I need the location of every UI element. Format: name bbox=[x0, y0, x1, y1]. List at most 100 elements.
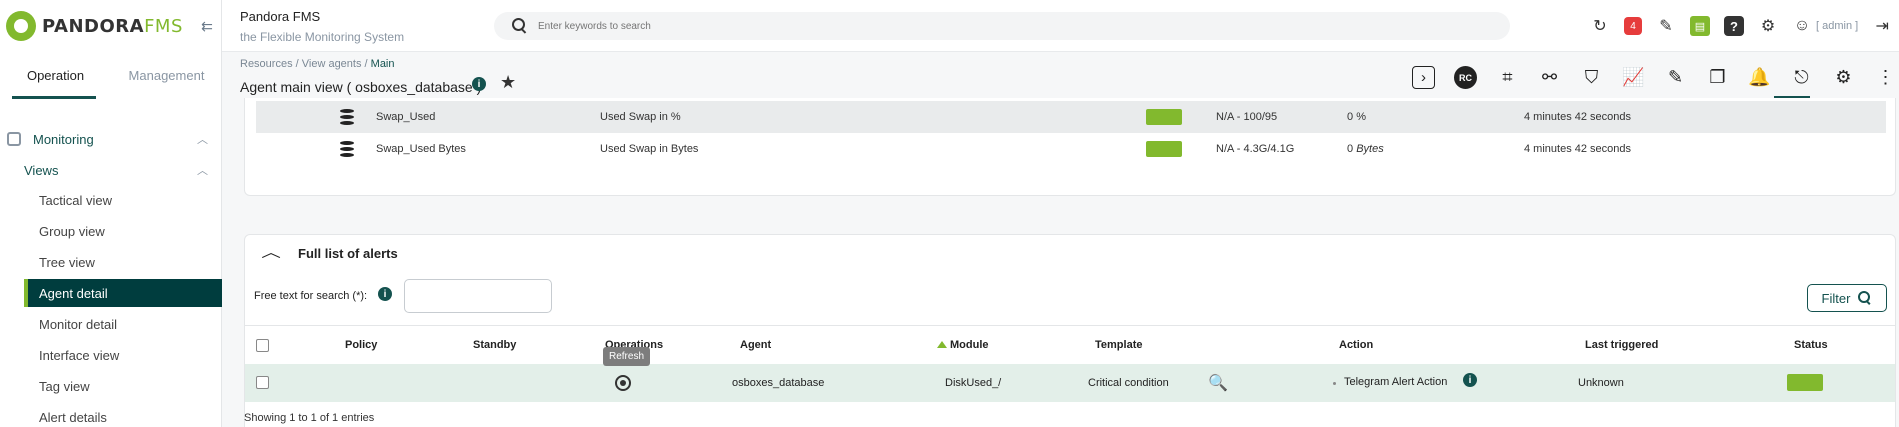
logout-icon[interactable]: ⇥ bbox=[1872, 16, 1892, 36]
app-subtitle: the Flexible Monitoring System bbox=[240, 30, 405, 44]
free-text-search-label: Free text for search (*): bbox=[254, 290, 368, 302]
bell-icon[interactable]: 🔔 bbox=[1748, 66, 1771, 89]
info-icon[interactable]: i bbox=[472, 77, 486, 91]
module-description: Used Swap in Bytes bbox=[600, 143, 699, 155]
breadcrumb-resources[interactable]: Resources bbox=[240, 58, 293, 70]
tab-management[interactable]: Management bbox=[111, 64, 222, 100]
column-header-action[interactable]: Action bbox=[1339, 339, 1373, 351]
sidebar: PANDORAFMS ⇇ Operation Management Monito… bbox=[0, 0, 222, 427]
app-title: Pandora FMS bbox=[240, 9, 321, 24]
tab-operation[interactable]: Operation bbox=[0, 64, 111, 100]
network-icon[interactable]: ⚯ bbox=[1538, 66, 1561, 89]
server-icon[interactable]: ▤ bbox=[1690, 16, 1710, 36]
free-text-search-input[interactable] bbox=[404, 279, 552, 313]
user-name[interactable]: [ admin ] bbox=[1816, 20, 1858, 32]
menu-group-monitoring[interactable]: Monitoring ︿ bbox=[0, 127, 222, 151]
agent-actions: › RC ⌗ ⚯ ⛉ 📈 ✎ ❐ 🔔 ⎋ ⚙ ⋮ bbox=[1412, 66, 1897, 89]
select-all-checkbox[interactable] bbox=[256, 339, 269, 352]
module-description: Used Swap in % bbox=[600, 111, 681, 123]
column-header-template[interactable]: Template bbox=[1095, 339, 1142, 351]
search-input[interactable] bbox=[538, 20, 1438, 32]
sidebar-item-interface-view[interactable]: Interface view bbox=[24, 341, 222, 369]
chevron-up-icon: ︿ bbox=[197, 134, 208, 146]
chevron-up-icon[interactable]: ︿ bbox=[261, 242, 281, 262]
breadcrumb: Resources / View agents / Main bbox=[240, 58, 395, 70]
breadcrumb-view-agents[interactable]: View agents bbox=[302, 58, 362, 70]
graph-icon[interactable]: 📈 bbox=[1622, 66, 1645, 89]
module-last-contact: 4 minutes 42 seconds bbox=[1524, 143, 1632, 155]
logo-text-main: PANDORA bbox=[42, 15, 145, 37]
collapse-menu-icon[interactable]: ⇇ bbox=[196, 18, 218, 36]
row-checkbox[interactable] bbox=[256, 376, 269, 389]
menu-subgroup-views[interactable]: Views ︿ bbox=[0, 158, 222, 182]
top-header: Pandora FMS the Flexible Monitoring Syst… bbox=[222, 0, 1899, 52]
favorite-star-icon[interactable]: ★ bbox=[500, 72, 516, 93]
wand-icon[interactable]: ✎ bbox=[1656, 16, 1676, 36]
module-thresholds: N/A - 100/95 bbox=[1216, 111, 1278, 123]
column-header-policy[interactable]: Policy bbox=[345, 339, 377, 351]
table-row[interactable]: Swap_Used Bytes Used Swap in Bytes N/A -… bbox=[256, 133, 1886, 165]
sidebar-item-group-view[interactable]: Group view bbox=[24, 217, 222, 245]
terminal-icon[interactable]: › bbox=[1412, 66, 1435, 89]
main-view-icon[interactable]: ⎋ bbox=[1790, 66, 1813, 89]
module-thresholds: N/A - 4.3G/4.1G bbox=[1216, 143, 1295, 155]
global-search[interactable] bbox=[494, 12, 1510, 40]
module-name: Swap_Used Bytes bbox=[376, 143, 466, 155]
module-unit: Bytes bbox=[1356, 143, 1384, 155]
page-title: Agent main view ( osboxes_database ) bbox=[240, 79, 482, 95]
status-badge bbox=[1146, 141, 1182, 157]
agent-settings-icon[interactable]: ⚙ bbox=[1832, 66, 1855, 89]
database-icon bbox=[340, 141, 354, 157]
pandora-logo[interactable]: PANDORAFMS bbox=[6, 10, 183, 42]
alert-module: DiskUsed_/ bbox=[945, 377, 1002, 389]
magnifier-icon[interactable]: 🔍 bbox=[1208, 373, 1228, 393]
sidebar-item-alert-details[interactable]: Alert details bbox=[24, 403, 222, 427]
breadcrumb-current: Main bbox=[370, 58, 395, 70]
header-icons: ↻ 4 ✎ ▤ ? ⚙ ☺ [ admin ] ⇥ bbox=[1590, 14, 1892, 38]
refresh-tooltip: Refresh bbox=[603, 347, 651, 366]
edit-icon[interactable]: ✎ bbox=[1664, 66, 1687, 89]
active-tab-indicator bbox=[12, 96, 96, 99]
table-row[interactable]: Swap_Used Used Swap in % N/A - 100/95 0 … bbox=[256, 101, 1886, 133]
alerts-table-header: Policy Standby Operations Agent Module T… bbox=[245, 325, 1895, 363]
status-badge bbox=[1146, 109, 1182, 125]
module-value: 0 bbox=[1347, 143, 1354, 155]
logo-icon bbox=[6, 11, 36, 41]
sidebar-item-agent-detail[interactable]: Agent detail bbox=[24, 279, 222, 307]
remote-control-icon[interactable]: RC bbox=[1454, 66, 1477, 89]
copy-icon[interactable]: ❐ bbox=[1706, 66, 1729, 89]
sidebar-item-tag-view[interactable]: Tag view bbox=[24, 372, 222, 400]
alert-agent[interactable]: osboxes_database bbox=[732, 377, 824, 389]
info-icon[interactable]: i bbox=[1463, 373, 1477, 387]
info-icon[interactable]: i bbox=[378, 287, 392, 301]
menu-group-label: Monitoring bbox=[33, 131, 94, 147]
module-name: Swap_Used bbox=[376, 111, 436, 123]
sidebar-item-tactical-view[interactable]: Tactical view bbox=[24, 186, 222, 214]
bullet-icon bbox=[1333, 382, 1336, 385]
scan-icon[interactable]: ⌗ bbox=[1496, 66, 1519, 89]
sidebar-item-tree-view[interactable]: Tree view bbox=[24, 248, 222, 276]
user-icon[interactable]: ☺ bbox=[1792, 16, 1812, 36]
column-header-module[interactable]: Module bbox=[937, 339, 989, 351]
column-header-agent[interactable]: Agent bbox=[740, 339, 771, 351]
notifications-badge[interactable]: 4 bbox=[1624, 17, 1642, 35]
monitoring-icon bbox=[7, 132, 21, 146]
alerts-section-title[interactable]: Full list of alerts bbox=[298, 246, 398, 261]
filter-button[interactable]: Filter bbox=[1807, 284, 1887, 312]
column-header-status[interactable]: Status bbox=[1794, 339, 1828, 351]
shield-icon[interactable]: ⛉ bbox=[1580, 66, 1603, 89]
module-unit: % bbox=[1356, 111, 1366, 123]
column-header-standby[interactable]: Standby bbox=[473, 339, 516, 351]
refresh-gear-icon[interactable] bbox=[615, 375, 631, 391]
sort-ascending-icon bbox=[937, 341, 947, 348]
alert-template[interactable]: Critical condition bbox=[1088, 377, 1169, 389]
help-icon[interactable]: ? bbox=[1724, 16, 1744, 36]
settings-gear-icon[interactable]: ⚙ bbox=[1758, 16, 1778, 36]
sidebar-item-monitor-detail[interactable]: Monitor detail bbox=[24, 310, 222, 338]
filter-button-label: Filter bbox=[1821, 290, 1851, 306]
more-options-icon[interactable]: ⋮ bbox=[1874, 66, 1897, 89]
table-row[interactable]: osboxes_database DiskUsed_/ Critical con… bbox=[245, 364, 1895, 402]
module-last-contact: 4 minutes 42 seconds bbox=[1524, 111, 1632, 123]
history-icon[interactable]: ↻ bbox=[1590, 16, 1610, 36]
column-header-last-triggered[interactable]: Last triggered bbox=[1585, 339, 1658, 351]
